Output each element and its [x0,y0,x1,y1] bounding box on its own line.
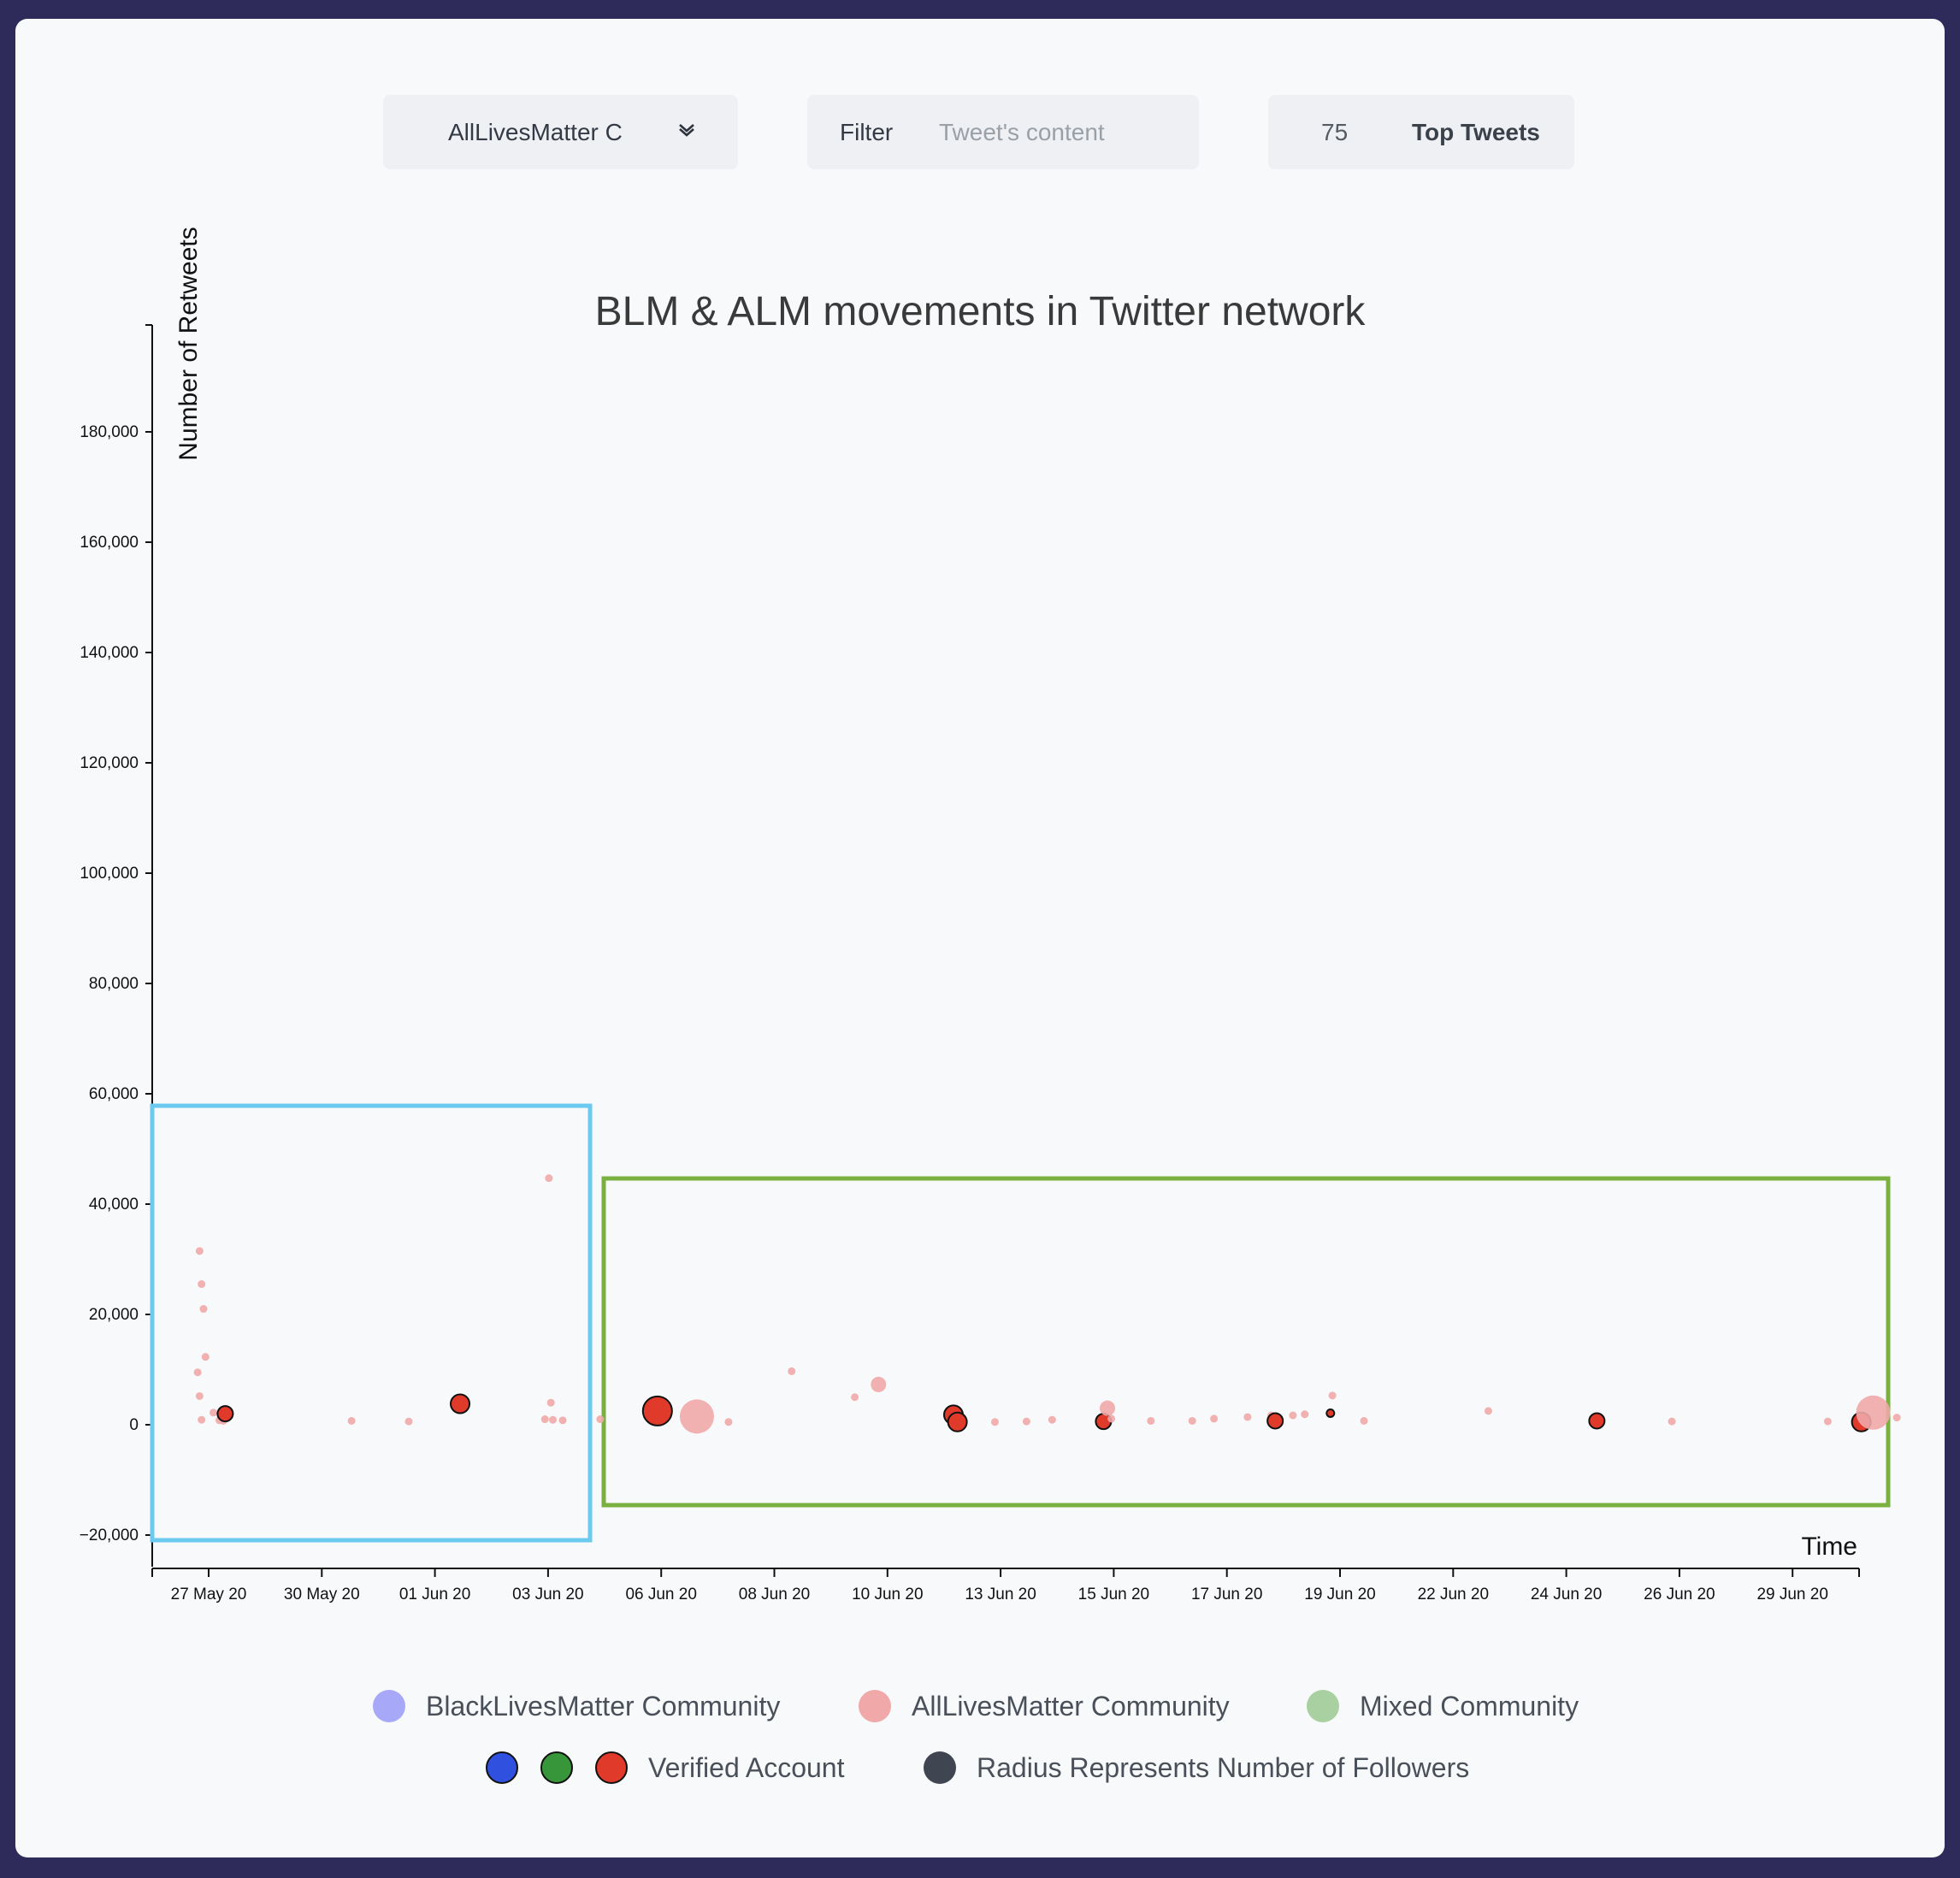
x-tick-label: 03 Jun 20 [512,1586,583,1603]
tweet-point [1107,1414,1116,1423]
tweet-point [198,1415,206,1424]
x-tick-label: 19 Jun 20 [1304,1586,1375,1603]
y-tick-label: 40,000 [89,1196,139,1214]
tweet-point [1328,1391,1337,1400]
tweet-point [210,1408,218,1417]
verified-tweet-point [1325,1408,1336,1418]
legend-verified: Verified Account [486,1751,844,1784]
verified-tweet-point [450,1393,471,1414]
x-tick-label: 26 Jun 20 [1644,1586,1715,1603]
tweet-point [1022,1417,1030,1426]
legend-blm-dot [373,1690,405,1722]
legend-alm-dot [859,1690,891,1722]
x-tick-label: 10 Jun 20 [852,1586,923,1603]
tweet-point [1856,1395,1891,1430]
y-axis-label: Number of Retweets [174,227,203,460]
x-tick-label: 29 Jun 20 [1756,1586,1827,1603]
main-card: AllLivesMatter C Filter 75 Top Tweets BL… [15,19,1945,1857]
y-tick-label: 80,000 [89,975,139,993]
x-tick-label: 08 Jun 20 [739,1586,810,1603]
tweet-point [548,1415,557,1424]
tweet-point [1210,1414,1219,1423]
scatter-chart: −20,000 0 20,000 40,000 60,000 80,000 100,000 1… [80,227,1901,1603]
x-tick-label: 24 Jun 20 [1531,1586,1602,1603]
legend-alm-label: AllLivesMatter Community [912,1690,1230,1722]
legend-radius: Radius Represents Number of Followers [924,1751,1469,1784]
y-tick-label: 140,000 [80,644,139,662]
highlight-box-blue [150,1103,593,1543]
tweet-point [596,1415,605,1424]
x-tick-label: 27 May 20 [171,1586,247,1603]
tweet-point [546,1398,555,1407]
verified-tweet-point [1588,1412,1606,1430]
tweet-point [1188,1416,1196,1425]
verified-tweet-point [1266,1412,1284,1430]
verified-tweet-point [947,1411,968,1432]
legend-alm: AllLivesMatter Community [859,1690,1230,1722]
y-tick-label: 100,000 [80,865,139,883]
tweet-point [851,1393,859,1402]
tweet-point [1147,1416,1155,1425]
legend-mixed: Mixed Community [1307,1690,1579,1722]
tweet-point [558,1416,567,1425]
x-tick-label: 13 Jun 20 [965,1586,1036,1603]
axes: −20,000 0 20,000 40,000 60,000 80,000 100,000 1… [80,324,1860,1603]
tweet-point [1668,1417,1676,1426]
legend-blm: BlackLivesMatter Community [373,1690,780,1722]
tweet-point [540,1415,549,1424]
tweet-point [1823,1417,1832,1426]
verified-tweet-point [641,1395,673,1426]
radius-dot [924,1751,956,1784]
y-tick-label: 160,000 [80,534,139,552]
legend-mixed-dot [1307,1690,1339,1722]
tweet-point [1243,1413,1252,1421]
tweet-point [1484,1407,1492,1415]
verified-blue-dot [486,1751,518,1784]
y-tick-label: 120,000 [80,754,139,772]
tweet-point [1048,1415,1056,1424]
data-points [193,1174,1901,1434]
highlight-box-green [601,1176,1891,1508]
x-tick-label: 30 May 20 [284,1586,360,1603]
tweet-point [404,1417,413,1426]
tweet-point [788,1367,796,1375]
tweet-point [990,1418,999,1426]
tweet-point [195,1391,204,1400]
verified-tweet-point [216,1405,234,1423]
tweet-point [545,1174,553,1183]
highlight-boxes [150,1103,1891,1543]
x-axis-label: Time [1801,1533,1857,1561]
x-tick-label: 22 Jun 20 [1418,1586,1489,1603]
legend-verified-label: Verified Account [648,1751,845,1783]
tweet-point [1892,1414,1901,1422]
y-tick-label: 180,000 [80,423,139,441]
tweet-point [1360,1416,1368,1425]
verified-red-dot [595,1751,628,1784]
verified-green-dot [540,1751,573,1784]
tweet-point [195,1247,204,1255]
tweet-point [1100,1400,1116,1416]
y-tick-label: 0 [129,1416,139,1434]
y-tick-label: 20,000 [89,1306,139,1324]
tweet-point [199,1305,208,1314]
x-tick-label: 15 Jun 20 [1078,1586,1149,1603]
x-tick-label: 17 Jun 20 [1191,1586,1262,1603]
tweet-point [198,1280,206,1289]
tweet-point [201,1353,210,1361]
x-tick-label: 01 Jun 20 [399,1586,470,1603]
tweet-point [1301,1410,1309,1419]
tweet-point [724,1418,733,1426]
y-tick-label: −20,000 [80,1527,139,1544]
legend-blm-label: BlackLivesMatter Community [426,1690,781,1722]
x-tick-label: 06 Jun 20 [625,1586,696,1603]
y-tick-label: 60,000 [89,1085,139,1103]
legend-radius-label: Radius Represents Number of Followers [977,1751,1470,1783]
tweet-point [347,1416,356,1425]
tweet-point [1289,1411,1297,1420]
legend-mixed-label: Mixed Community [1360,1690,1579,1722]
tweet-point [679,1399,714,1434]
tweet-point [193,1368,202,1377]
tweet-point [871,1376,887,1392]
